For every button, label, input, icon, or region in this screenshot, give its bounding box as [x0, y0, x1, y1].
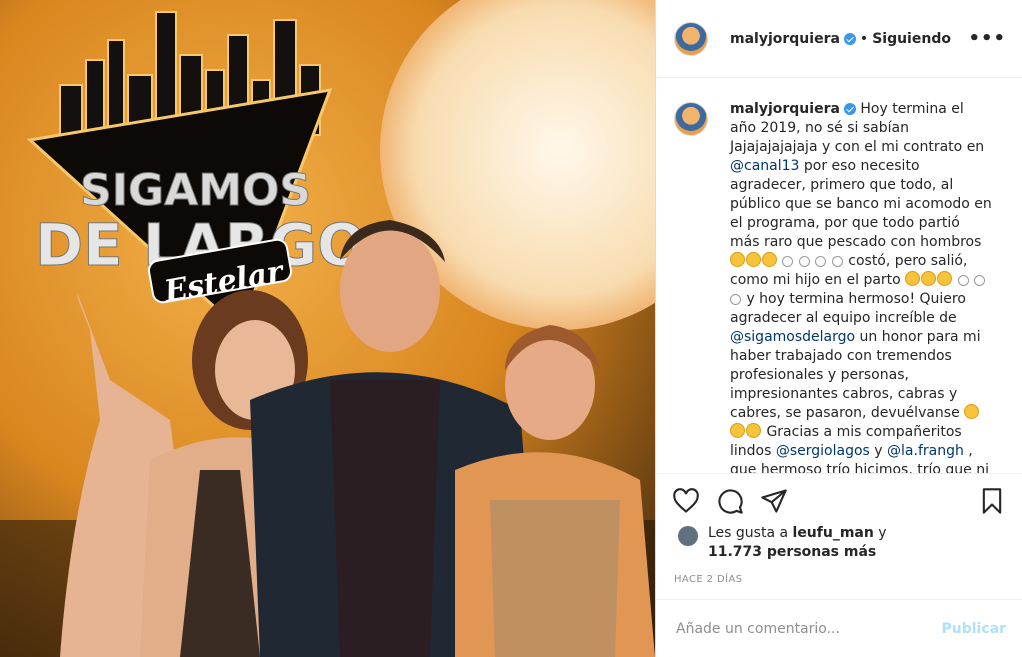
likes-mid: y — [873, 525, 887, 541]
share-icon[interactable] — [760, 487, 788, 515]
verified-badge-icon — [843, 32, 856, 45]
ellipsis-icon[interactable]: ••• — [968, 28, 1006, 49]
caption-avatar[interactable] — [674, 102, 708, 136]
face-emoji-icon — [974, 275, 986, 286]
caption-part: y — [869, 443, 888, 459]
mention-link[interactable]: @sigamosdelargo — [730, 329, 855, 345]
face-emoji-icon — [730, 294, 741, 305]
comment-icon[interactable] — [716, 487, 744, 515]
face-emoji-icon — [957, 275, 969, 286]
post-side-panel: malyjorquiera • Siguiendo ••• malyjorqui… — [656, 0, 1022, 657]
post-artwork: SIGAMOS DE LARGO Estelar — [0, 0, 655, 657]
bookmark-icon[interactable] — [978, 487, 1006, 515]
likes-count[interactable]: 11.773 personas más — [708, 544, 876, 560]
post-header: malyjorquiera • Siguiendo ••• — [656, 0, 1022, 78]
face-emoji-icon — [831, 256, 843, 267]
likes-prefix: Les gusta a — [708, 525, 793, 541]
face-emoji-icon — [798, 256, 810, 267]
rofl-emoji-icon — [762, 252, 777, 267]
caption-part: y hoy termina hermoso! Quiero agradecer … — [730, 291, 966, 326]
rofl-emoji-icon — [905, 271, 921, 286]
verified-badge-icon — [843, 103, 856, 115]
author-username[interactable]: malyjorquiera — [730, 31, 840, 47]
mention-link[interactable]: @sergiolagos — [776, 443, 870, 459]
rofl-emoji-icon — [921, 271, 937, 286]
heart-icon[interactable] — [672, 487, 700, 515]
grin-emoji-icon — [964, 404, 980, 419]
comment-input[interactable] — [674, 619, 942, 638]
instagram-post: SIGAMOS DE LARGO Estelar malyjorquiera •… — [0, 0, 1022, 657]
comment-box: Publicar — [656, 599, 1022, 657]
rofl-emoji-icon — [746, 252, 761, 267]
caption-username[interactable]: malyjorquiera — [730, 101, 840, 117]
raised-hands-emoji-icon — [730, 423, 745, 438]
mention-link[interactable]: @canal13 — [730, 158, 799, 174]
mention-link[interactable]: @la.frangh — [887, 443, 964, 459]
author-avatar[interactable] — [674, 21, 708, 56]
caption-area: malyjorquiera Hoy termina el año 2019, n… — [656, 78, 1022, 474]
liker-avatar[interactable] — [678, 526, 698, 546]
caption-text: malyjorquiera Hoy termina el año 2019, n… — [730, 100, 992, 473]
logo-line-1: SIGAMOS — [80, 165, 311, 216]
rofl-emoji-icon — [937, 271, 953, 286]
publish-button[interactable]: Publicar — [942, 621, 1007, 637]
likes-summary: Les gusta a leufu_man y 11.773 personas … — [656, 518, 1022, 562]
liker-username[interactable]: leufu_man — [793, 525, 874, 541]
post-image[interactable]: SIGAMOS DE LARGO Estelar — [0, 0, 655, 657]
face-emoji-icon — [782, 256, 794, 267]
action-bar — [656, 474, 1022, 518]
post-timestamp[interactable]: Hace 2 días — [656, 562, 1022, 585]
rofl-emoji-icon — [730, 252, 745, 267]
following-button[interactable]: Siguiendo — [872, 31, 951, 47]
clap-emoji-icon — [746, 423, 761, 438]
separator-dot: • — [859, 30, 869, 47]
face-emoji-icon — [815, 256, 827, 267]
